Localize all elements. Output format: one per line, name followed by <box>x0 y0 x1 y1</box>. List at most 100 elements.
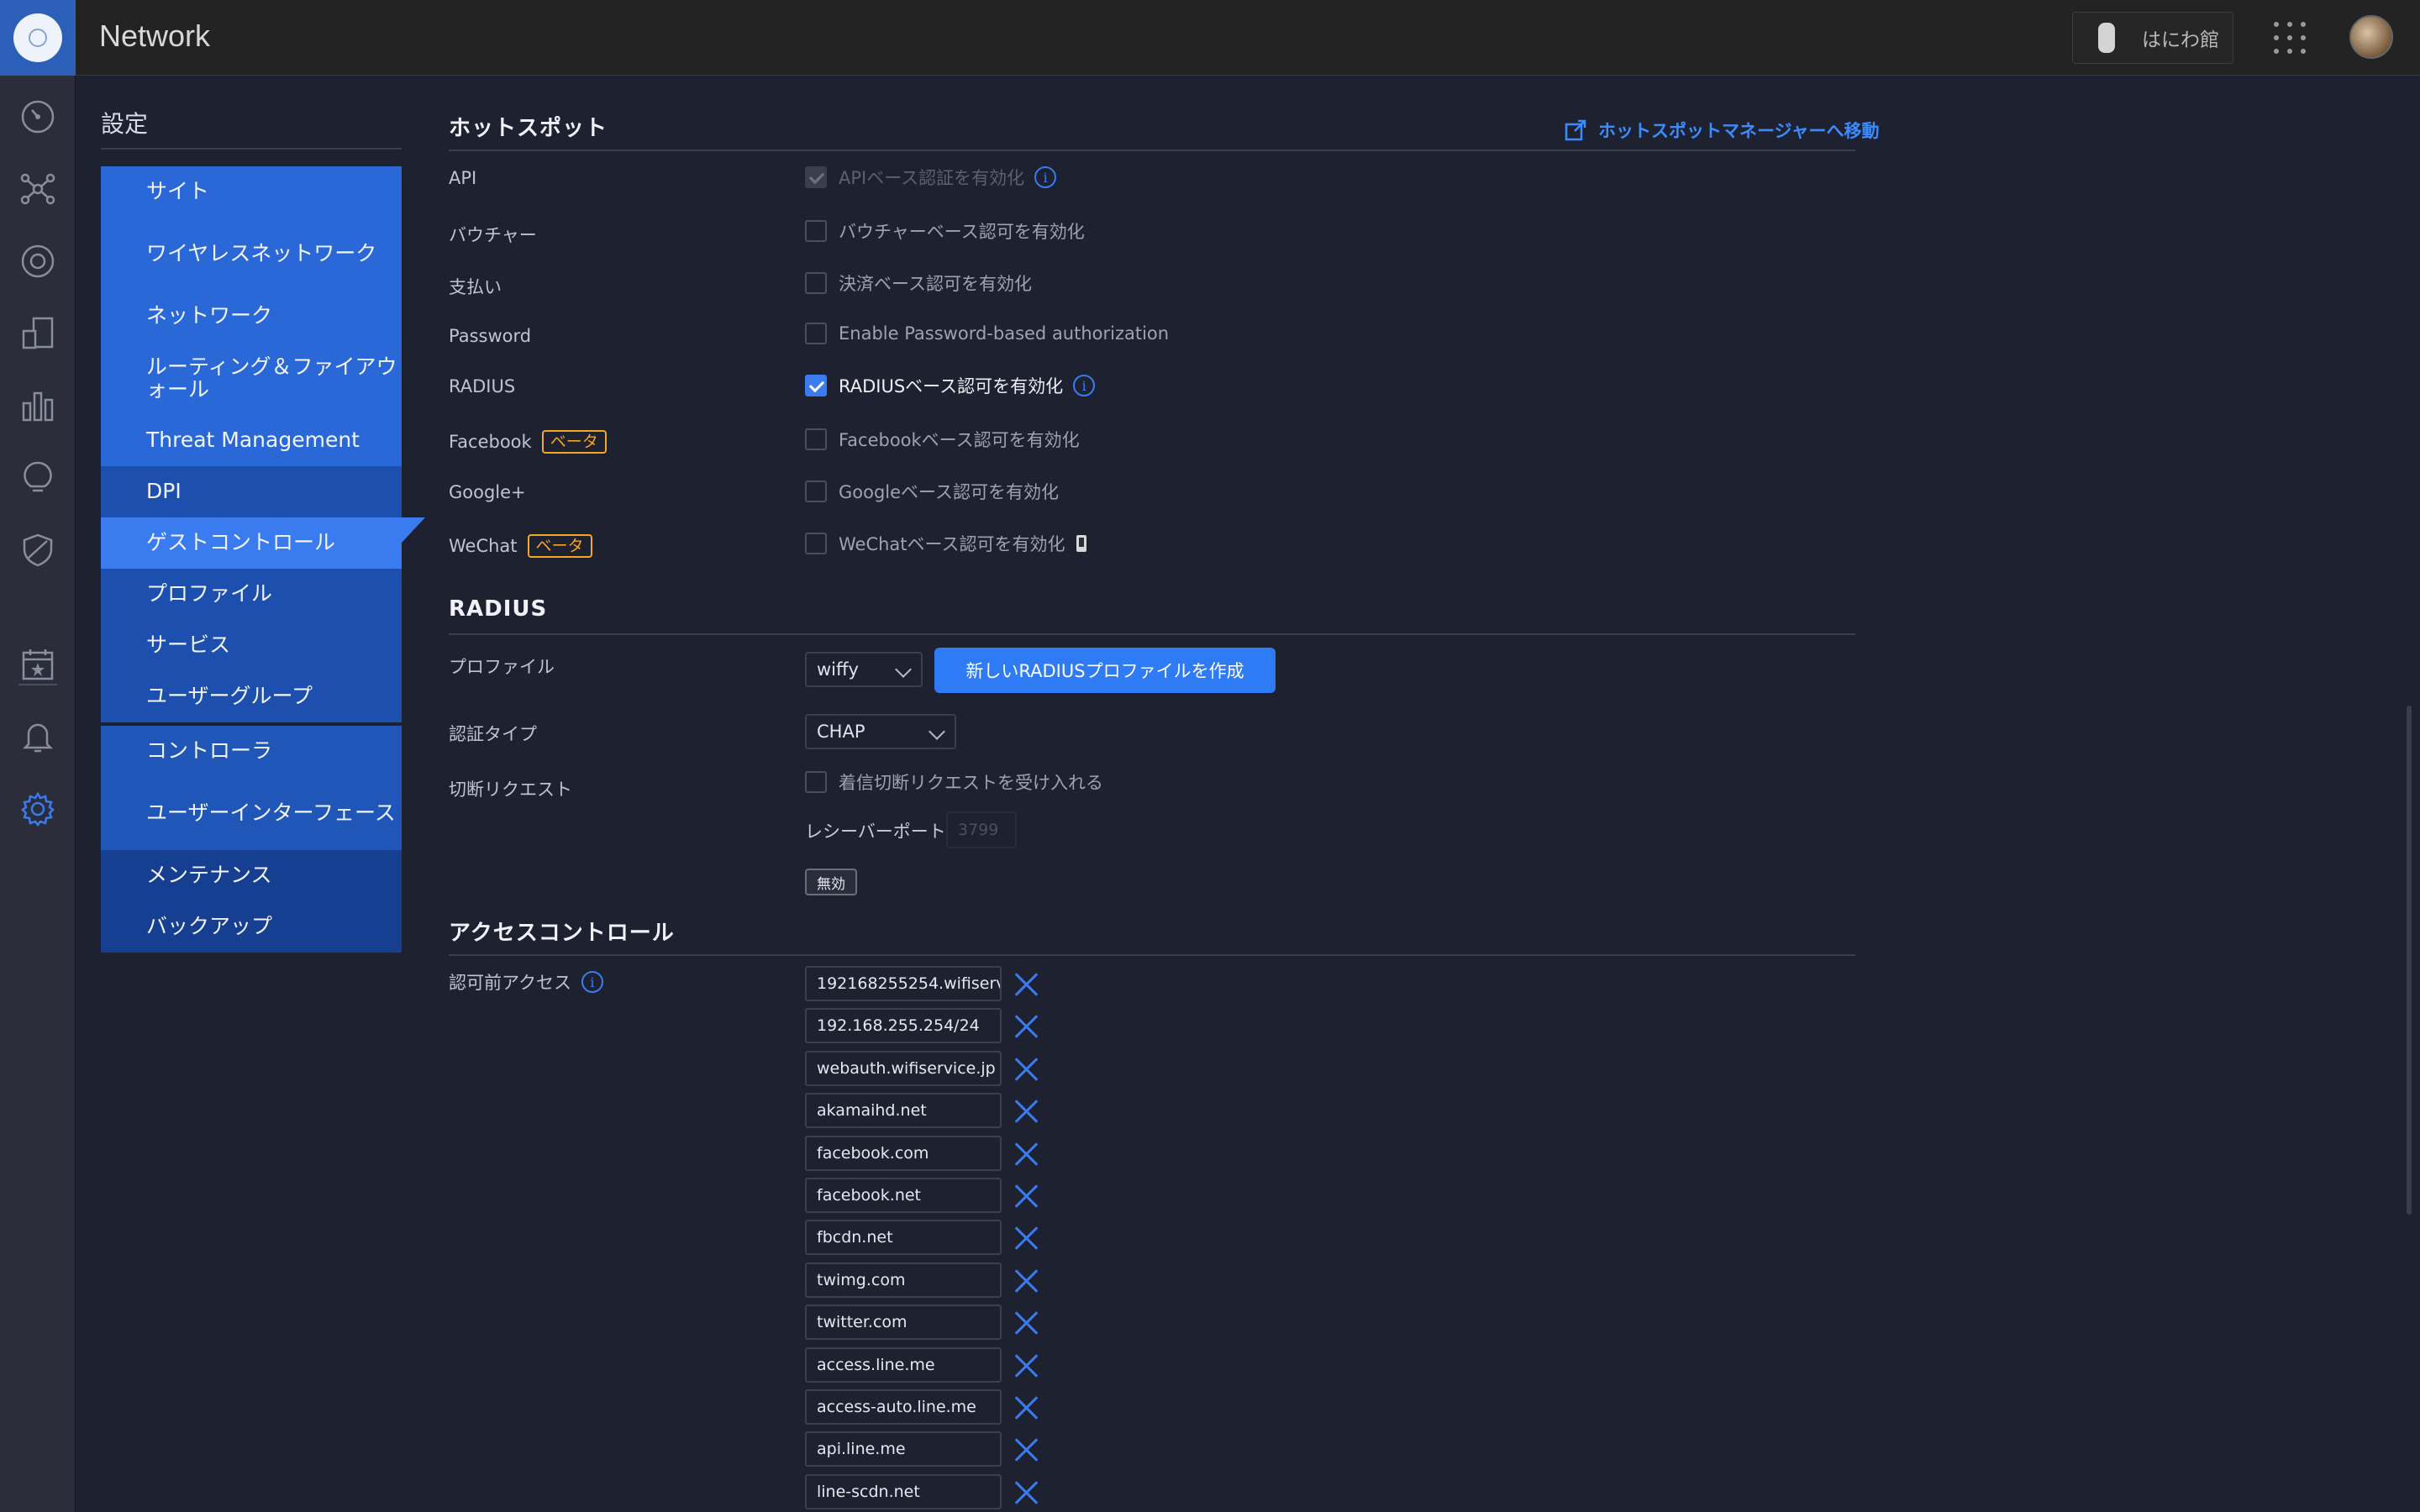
site-selector[interactable]: はにわ館 <box>2072 12 2233 64</box>
auth-checkbox[interactable] <box>805 220 827 242</box>
topology-icon[interactable] <box>20 171 55 207</box>
pre-auth-entry-input[interactable]: line-scdn.net <box>805 1473 1002 1509</box>
settings-menu-item[interactable]: ゲストコントロール <box>101 517 425 569</box>
radius-profile-select[interactable]: wiffy <box>805 652 923 687</box>
pre-auth-access-label: 認可前アクセス i <box>449 969 603 995</box>
hotspot-auth-row[interactable]: WeChatベース認可を有効化 <box>805 531 1087 556</box>
hotspot-auth-row[interactable]: 決済ベース認可を有効化 <box>805 270 1032 296</box>
auth-checkbox[interactable] <box>805 428 827 450</box>
auth-checkbox-label: 決済ベース認可を有効化 <box>839 274 1032 294</box>
pre-auth-entry-input[interactable]: akamaihd.net <box>805 1093 1002 1129</box>
hotspot-auth-row[interactable]: RADIUSベース認可を有効化 i <box>805 373 1096 398</box>
settings-menu-system: コントローラ ユーザーインターフェース メンテナンス バックアップ <box>101 726 402 953</box>
disconnect-request-checkbox[interactable] <box>805 771 827 793</box>
settings-menu-item[interactable]: コントローラ <box>101 726 402 777</box>
dashboard-icon[interactable] <box>20 99 55 134</box>
settings-menu-item[interactable]: バックアップ <box>101 901 402 953</box>
remove-entry-icon[interactable] <box>1013 1098 1039 1123</box>
hotspot-auth-row[interactable]: バウチャーベース認可を有効化 <box>805 218 1085 244</box>
pre-auth-entry-input[interactable]: 192.168.255.254/24 <box>805 1008 1002 1044</box>
hotspot-auth-row[interactable]: Facebookベース認可を有効化 <box>805 427 1080 452</box>
settings-menu-item[interactable]: Threat Management <box>101 415 402 466</box>
pre-auth-entry-input[interactable]: twimg.com <box>805 1262 1002 1298</box>
top-bar: Network はにわ館 <box>0 0 2420 76</box>
pre-auth-access-label-text: 認可前アクセス <box>449 973 571 993</box>
hotspot-row-label: バウチャー <box>449 222 537 247</box>
info-icon[interactable]: i <box>1073 375 1096 396</box>
auth-checkbox-label: Googleベース認可を有効化 <box>839 482 1060 502</box>
security-icon[interactable] <box>20 533 55 568</box>
receiver-port-input[interactable]: 3799 <box>946 811 1017 848</box>
pre-auth-entry-input[interactable]: access.line.me <box>805 1347 1002 1383</box>
remove-entry-icon[interactable] <box>1013 1141 1039 1166</box>
hotspot-row-label-text: RADIUS <box>449 376 516 396</box>
settings-menu-item[interactable]: ルーティング＆ファイアウォール <box>101 342 402 415</box>
chevron-down-icon <box>895 661 912 678</box>
pre-auth-entry-input[interactable]: 192168255254.wifiservice.jp <box>805 966 1002 1001</box>
settings-menu-item[interactable]: プロファイル <box>101 569 402 620</box>
left-nav <box>0 76 76 1512</box>
auth-checkbox-label: WeChatベース認可を有効化 <box>839 534 1065 554</box>
remove-entry-icon[interactable] <box>1013 1436 1039 1462</box>
auth-checkbox[interactable] <box>805 480 827 502</box>
settings-menu-item[interactable]: DPI <box>101 466 402 517</box>
remove-entry-icon[interactable] <box>1013 1310 1039 1335</box>
hotspot-manager-link[interactable]: ホットスポットマネージャーへ移動 <box>1565 118 1880 143</box>
insights-icon[interactable] <box>20 460 55 496</box>
scrollbar[interactable] <box>2407 706 2412 1215</box>
remove-entry-icon[interactable] <box>1013 1013 1039 1038</box>
auth-checkbox[interactable] <box>805 533 827 554</box>
create-radius-profile-button[interactable]: 新しいRADIUSプロファイルを作成 <box>934 648 1276 693</box>
remove-entry-icon[interactable] <box>1013 1479 1039 1504</box>
settings-menu-item[interactable]: ユーザーインターフェース <box>101 777 402 850</box>
phone-icon <box>1076 535 1087 552</box>
auth-checkbox[interactable] <box>805 375 827 396</box>
remove-entry-icon[interactable] <box>1013 1183 1039 1208</box>
app-logo[interactable] <box>0 0 76 76</box>
pre-auth-entry-input[interactable]: api.line.me <box>805 1431 1002 1467</box>
pre-auth-entry-input[interactable]: facebook.com <box>805 1135 1002 1171</box>
pre-auth-entry-input[interactable]: access-auto.line.me <box>805 1389 1002 1425</box>
pre-auth-entry-input[interactable]: fbcdn.net <box>805 1220 1002 1256</box>
app-title: Network <box>99 18 211 53</box>
disconnect-request-checkbox-row[interactable]: 着信切断リクエストを受け入れる <box>805 769 1103 795</box>
beta-badge: ベータ <box>541 430 607 454</box>
settings-menu-item[interactable]: ネットワーク <box>101 291 402 342</box>
info-icon[interactable]: i <box>581 971 603 993</box>
remove-entry-icon[interactable] <box>1013 1225 1039 1250</box>
auth-checkbox[interactable] <box>805 323 827 344</box>
settings-menu-item[interactable]: ワイヤレスネットワーク <box>101 218 402 291</box>
pre-auth-entry-row: access.line.me <box>805 1347 1039 1383</box>
settings-menu-item[interactable]: サイト <box>101 166 402 218</box>
events-icon[interactable] <box>20 647 55 682</box>
avatar[interactable] <box>2349 15 2393 59</box>
auth-checkbox[interactable] <box>805 272 827 294</box>
settings-menu-item[interactable]: サービス <box>101 620 402 671</box>
apps-grid-icon[interactable] <box>2274 22 2306 54</box>
alerts-icon[interactable] <box>20 719 55 754</box>
remove-entry-icon[interactable] <box>1013 971 1039 996</box>
clients-icon[interactable] <box>20 316 55 351</box>
pre-auth-entry-input[interactable]: twitter.com <box>805 1305 1002 1341</box>
settings-icon[interactable] <box>20 791 55 827</box>
info-icon[interactable]: i <box>1034 166 1057 188</box>
settings-menu-item[interactable]: メンテナンス <box>101 850 402 901</box>
remove-entry-icon[interactable] <box>1013 1352 1039 1378</box>
statistics-icon[interactable] <box>20 388 55 423</box>
devices-icon[interactable] <box>20 244 55 279</box>
pre-auth-entry-row: access-auto.line.me <box>805 1389 1039 1425</box>
hotspot-heading: ホットスポット <box>449 116 608 141</box>
auth-type-select[interactable]: CHAP <box>805 714 956 749</box>
remove-entry-icon[interactable] <box>1013 1056 1039 1081</box>
disabled-toggle-button[interactable]: 無効 <box>805 869 857 895</box>
remove-entry-icon[interactable] <box>1013 1394 1039 1420</box>
remove-entry-icon[interactable] <box>1013 1268 1039 1293</box>
hotspot-auth-row[interactable]: APIベース認証を有効化 i <box>805 165 1057 190</box>
pre-auth-entry-input[interactable]: webauth.wifiservice.jp <box>805 1050 1002 1086</box>
hotspot-auth-row[interactable]: Enable Password-based authorization <box>805 323 1169 344</box>
hotspot-auth-row[interactable]: Googleベース認可を有効化 <box>805 479 1059 504</box>
divider <box>449 150 1855 151</box>
settings-menu-item[interactable]: ユーザーグループ <box>101 671 402 722</box>
auth-checkbox-label: Enable Password-based authorization <box>839 323 1170 344</box>
pre-auth-entry-input[interactable]: facebook.net <box>805 1178 1002 1213</box>
